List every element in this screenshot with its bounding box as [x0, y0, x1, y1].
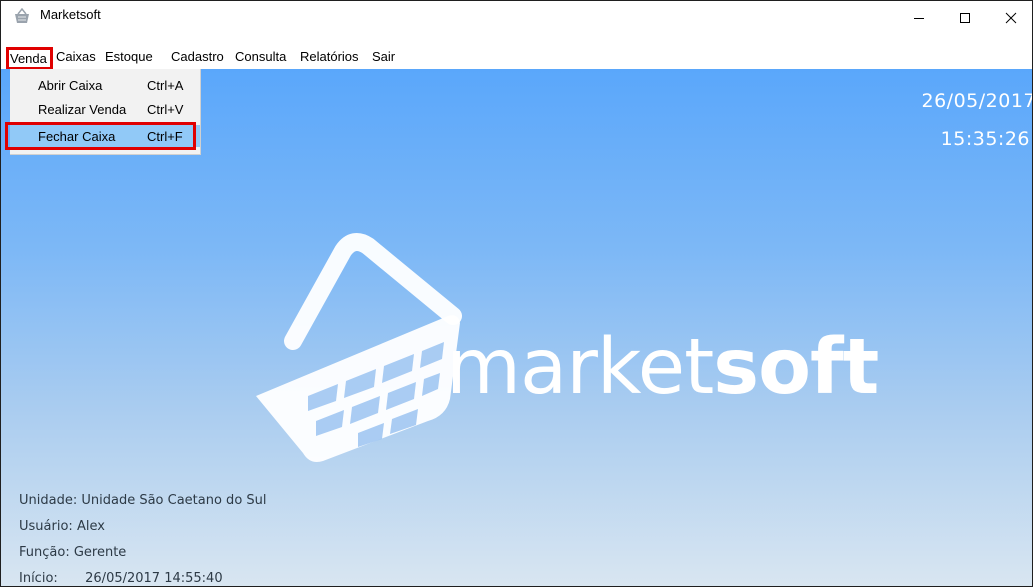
marketsoft-window: Marketsoft Venda Caixas Estoque Cadastro…: [0, 0, 1033, 587]
funcao-label: Função:: [19, 545, 70, 560]
menu-item-shortcut: Ctrl+V: [147, 102, 184, 117]
menu-cadastro[interactable]: Cadastro: [171, 49, 224, 64]
close-icon: [1005, 12, 1017, 24]
menu-item-shortcut: Ctrl+F: [147, 129, 183, 144]
info-usuario: Usuário: Alex: [19, 519, 105, 534]
usuario-label: Usuário:: [19, 519, 73, 534]
title-bar[interactable]: Marketsoft: [1, 1, 1032, 46]
maximize-button[interactable]: [942, 1, 988, 35]
menu-consulta[interactable]: Consulta: [235, 49, 286, 64]
menu-item-label: Abrir Caixa: [38, 78, 103, 93]
menu-item-realizar-venda[interactable]: Realizar Venda Ctrl+V: [10, 98, 200, 120]
minimize-icon: [914, 18, 924, 19]
unidade-label: Unidade:: [19, 493, 78, 508]
current-time: 15:35:26: [940, 128, 1030, 150]
logo-text-bold: soft: [713, 323, 879, 412]
menu-sair[interactable]: Sair: [372, 49, 395, 64]
menu-bar: Venda Caixas Estoque Cadastro Consulta R…: [1, 46, 1032, 70]
close-button[interactable]: [988, 1, 1032, 35]
logo-wordmark: marketsoft: [446, 329, 879, 406]
info-unidade: Unidade: Unidade São Caetano do Sul: [19, 493, 267, 508]
menu-item-shortcut: Ctrl+A: [147, 78, 184, 93]
logo-text-regular: market: [446, 323, 714, 412]
menu-caixas[interactable]: Caixas: [56, 49, 96, 64]
window-title: Marketsoft: [40, 7, 101, 22]
basket-app-icon: [15, 8, 29, 23]
info-funcao: Função: Gerente: [19, 545, 126, 560]
menu-item-label: Realizar Venda: [38, 102, 127, 117]
menu-venda[interactable]: Venda: [6, 47, 53, 70]
inicio-value: 26/05/2017 14:55:40: [85, 571, 223, 586]
minimize-button[interactable]: [896, 1, 942, 35]
menu-relatorios[interactable]: Relatórios: [300, 49, 359, 64]
current-date: 26/05/2017: [921, 90, 1033, 112]
funcao-value: Gerente: [73, 545, 127, 560]
unidade-value: Unidade São Caetano do Sul: [81, 493, 267, 508]
inicio-label: Início:: [19, 571, 58, 586]
menu-estoque[interactable]: Estoque: [105, 49, 153, 64]
venda-dropdown-menu: Abrir Caixa Ctrl+A Realizar Venda Ctrl+V…: [5, 69, 201, 155]
usuario-value: Alex: [76, 519, 105, 534]
menu-item-abrir-caixa[interactable]: Abrir Caixa Ctrl+A: [10, 74, 200, 96]
info-inicio: Início: 26/05/2017 14:55:40: [19, 571, 223, 586]
maximize-icon: [960, 13, 970, 23]
menu-item-label: Fechar Caixa: [38, 129, 116, 144]
menu-item-fechar-caixa[interactable]: Fechar Caixa Ctrl+F: [5, 122, 200, 150]
